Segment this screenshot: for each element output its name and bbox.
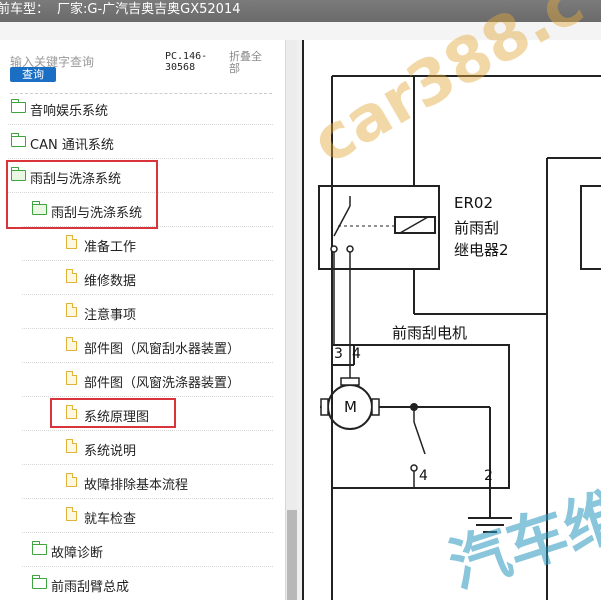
tree-item-can[interactable]: CAN 通讯系统	[0, 125, 280, 159]
tree-item-label: 故障排除基本流程	[84, 478, 189, 493]
title-prefix: 前车型：	[0, 2, 50, 17]
folder-icon	[31, 575, 47, 589]
tree-item-wiper-components[interactable]: 部件图（风窗刮水器装置）	[0, 329, 280, 363]
tree-item-label: 系统说明	[84, 444, 137, 459]
tree-item-label: 故障诊断	[51, 546, 104, 561]
vehicle-model-title: 厂家:G-广汽吉奥吉奥GX52014	[57, 2, 241, 17]
wiper-motor-title: 前雨刮电机	[392, 324, 468, 342]
tree-item-wiper-arm[interactable]: 前雨刮臂总成	[0, 567, 280, 600]
document-code: PC.146-30568	[165, 51, 208, 73]
tree-item-washer-components[interactable]: 部件图（风窗洗涤器装置）	[0, 363, 280, 397]
tree-item-label: CAN 通讯系统	[30, 138, 114, 153]
tree-item-label: 注意事项	[84, 308, 137, 323]
relay-code-label: ER02	[454, 194, 493, 212]
document-icon	[66, 371, 77, 385]
tree-item-service-data[interactable]: 维修数据	[0, 261, 280, 295]
relay-name-label-2: 继电器2	[454, 241, 509, 259]
document-icon	[66, 507, 77, 521]
highlight-box-schematic	[50, 398, 176, 428]
folder-icon	[10, 99, 26, 113]
highlight-box-wiper-system	[6, 160, 158, 229]
tree-item-on-vehicle-check[interactable]: 就车检查	[0, 499, 280, 533]
tree-item-label: 准备工作	[84, 240, 137, 255]
tree-item-label: 部件图（风窗洗涤器装置）	[84, 376, 241, 391]
window-title-bar: 前车型： 厂家:G-广汽吉奥吉奥GX52014	[0, 0, 601, 22]
tree-item-label: 维修数据	[84, 274, 137, 289]
pin-label-2: 2	[484, 468, 493, 484]
tree-item-preparation[interactable]: 准备工作	[0, 227, 280, 261]
document-icon	[66, 235, 77, 249]
tree-item-label: 部件图（风窗刮水器装置）	[84, 342, 241, 357]
document-icon	[66, 337, 77, 351]
scrollbar-thumb[interactable]	[287, 510, 297, 600]
search-button[interactable]: 查询	[10, 67, 56, 82]
tree-item-audio[interactable]: 音响娱乐系统	[0, 91, 280, 125]
folder-icon	[10, 133, 26, 147]
pin-label-4: 4	[352, 346, 361, 362]
tree-item-description[interactable]: 系统说明	[0, 431, 280, 465]
document-icon	[66, 439, 77, 453]
tree-item-label: 就车检查	[84, 512, 137, 527]
document-icon	[66, 473, 77, 487]
tree-item-diagnosis[interactable]: 故障诊断	[0, 533, 280, 567]
motor-symbol: M	[344, 398, 357, 416]
pin-label-4b: 4	[419, 468, 428, 484]
toolbar-gap	[0, 22, 601, 41]
document-icon	[66, 303, 77, 317]
folder-icon	[31, 541, 47, 555]
relay-name-label: 前雨刮	[454, 219, 500, 237]
tree-item-precautions[interactable]: 注意事项	[0, 295, 280, 329]
tree-item-label: 前雨刮臂总成	[51, 580, 130, 595]
collapse-all-link[interactable]: 折叠全部	[229, 51, 269, 75]
pin-label-3: 3	[334, 346, 343, 362]
navigation-tree-panel: 输入关键字查询 查询 PC.146-30568 折叠全部 音响娱乐系统 CAN …	[0, 40, 285, 600]
schematic-diagram-panel: ER02 前雨刮 继电器2 前雨刮电机 3 4 M 4 2	[302, 40, 601, 600]
tree-item-troubleshooting-flow[interactable]: 故障排除基本流程	[0, 465, 280, 499]
wiring-diagram	[318, 75, 601, 600]
document-icon	[66, 269, 77, 283]
tree-item-label: 音响娱乐系统	[30, 104, 109, 119]
